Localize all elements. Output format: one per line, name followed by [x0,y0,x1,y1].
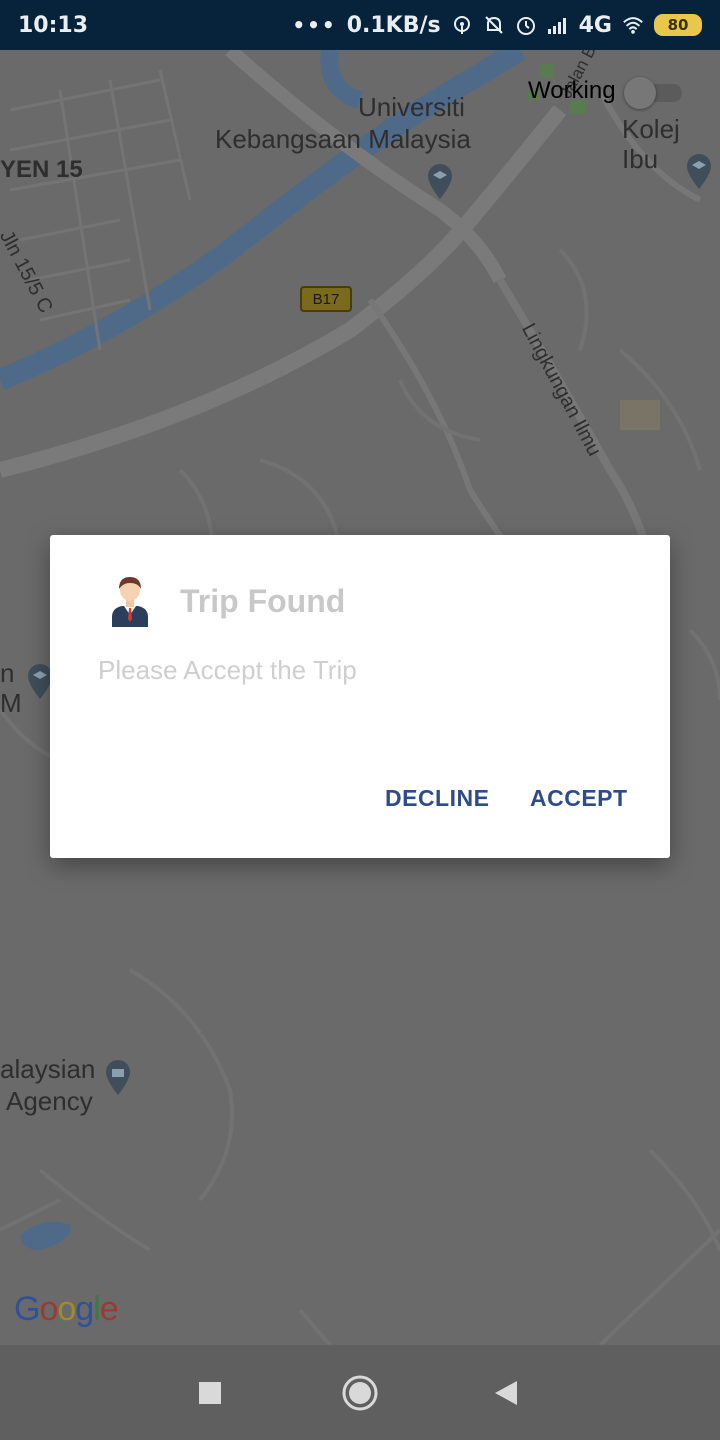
signal-icon [547,18,566,34]
road-shield-b17: B17 [300,286,352,312]
wifi-icon [623,17,643,34]
map-label-universiti: Universiti [358,92,465,122]
google-logo: Google [14,1290,119,1328]
map-label-malaysian: alaysian [0,1054,96,1084]
home-button[interactable] [320,1345,400,1440]
status-time: 10:13 [18,12,89,38]
hotspot-icon [453,16,470,34]
battery-indicator: 80 [654,14,702,36]
map-label-yen: YEN 15 [0,156,83,183]
agency-pin-icon[interactable] [102,1058,134,1096]
switch-thumb[interactable] [623,77,656,109]
recents-button[interactable] [170,1345,250,1440]
working-label: Working [528,77,616,104]
university-pin-icon[interactable] [683,152,715,190]
circle-icon [342,1375,378,1410]
university-pin-icon[interactable] [424,162,456,200]
dialog-title: Trip Found [180,582,346,619]
map-label-left-m: M [0,688,22,718]
triangle-back-icon [495,1380,517,1405]
net-speed: 0.1KB/s [346,12,441,38]
dialog-message: Please Accept the Trip [98,655,357,685]
status-icons: ••• 0.1KB/s 4G 80 [292,13,702,38]
map-label-left-n: n [0,658,15,688]
decline-button[interactable]: DECLINE [385,785,489,812]
map-label-kebangsaan: Kebangsaan Malaysia [215,124,471,154]
trip-found-dialog: Trip Found Please Accept the Trip DECLIN… [50,535,670,858]
more-dots: ••• [292,13,337,37]
dialog-header: Trip Found [108,575,345,627]
accept-button[interactable]: ACCEPT [530,785,628,812]
working-toggle-row: Working [528,74,684,109]
network-type: 4G [578,12,612,38]
alarm-icon [516,17,535,35]
status-bar: 10:13 ••• 0.1KB/s 4G 80 [0,0,720,50]
person-avatar-icon [112,577,148,627]
map-label-agency: Agency [6,1086,93,1116]
system-nav-bar [0,1345,720,1440]
mute-bell-icon [484,16,503,34]
working-switch[interactable] [623,74,684,109]
square-icon [199,1381,221,1404]
back-button[interactable] [466,1345,546,1440]
